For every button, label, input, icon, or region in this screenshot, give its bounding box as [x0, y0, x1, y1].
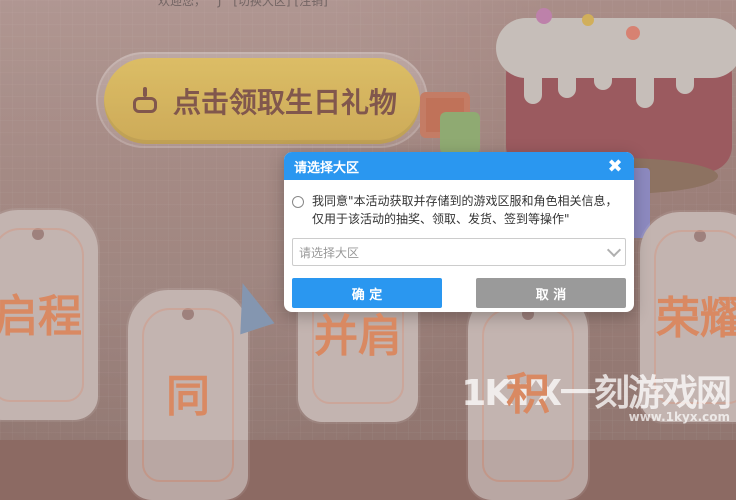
cancel-button[interactable]: 取 消	[476, 278, 626, 308]
tag-text-1: 启程	[0, 291, 82, 342]
close-icon[interactable]: ✖	[606, 156, 624, 177]
region-select[interactable]: 请选择大区	[292, 238, 626, 266]
tag-text-3: 并肩	[314, 311, 402, 362]
chevron-down-icon	[606, 242, 622, 258]
tag-text-4: 积	[506, 369, 550, 420]
dialog-header: 请选择大区 ✖	[284, 152, 634, 180]
tag-text-5: 荣耀	[656, 293, 736, 344]
agreement-row[interactable]: 我同意"本活动获取并存储到的游戏区服和角色相关信息， 仅用于该活动的抽奖、领取、…	[292, 192, 626, 228]
agreement-radio[interactable]	[292, 196, 304, 208]
agreement-text: 我同意"本活动获取并存储到的游戏区服和角色相关信息， 仅用于该活动的抽奖、领取、…	[312, 194, 618, 226]
region-select-placeholder: 请选择大区	[299, 245, 360, 260]
region-select-dialog: 请选择大区 ✖ 我同意"本活动获取并存储到的游戏区服和角色相关信息， 仅用于该活…	[284, 152, 634, 312]
dialog-body: 我同意"本活动获取并存储到的游戏区服和角色相关信息， 仅用于该活动的抽奖、领取、…	[284, 180, 634, 308]
tag-text-2: 同	[166, 371, 210, 422]
dialog-title: 请选择大区	[294, 160, 360, 176]
